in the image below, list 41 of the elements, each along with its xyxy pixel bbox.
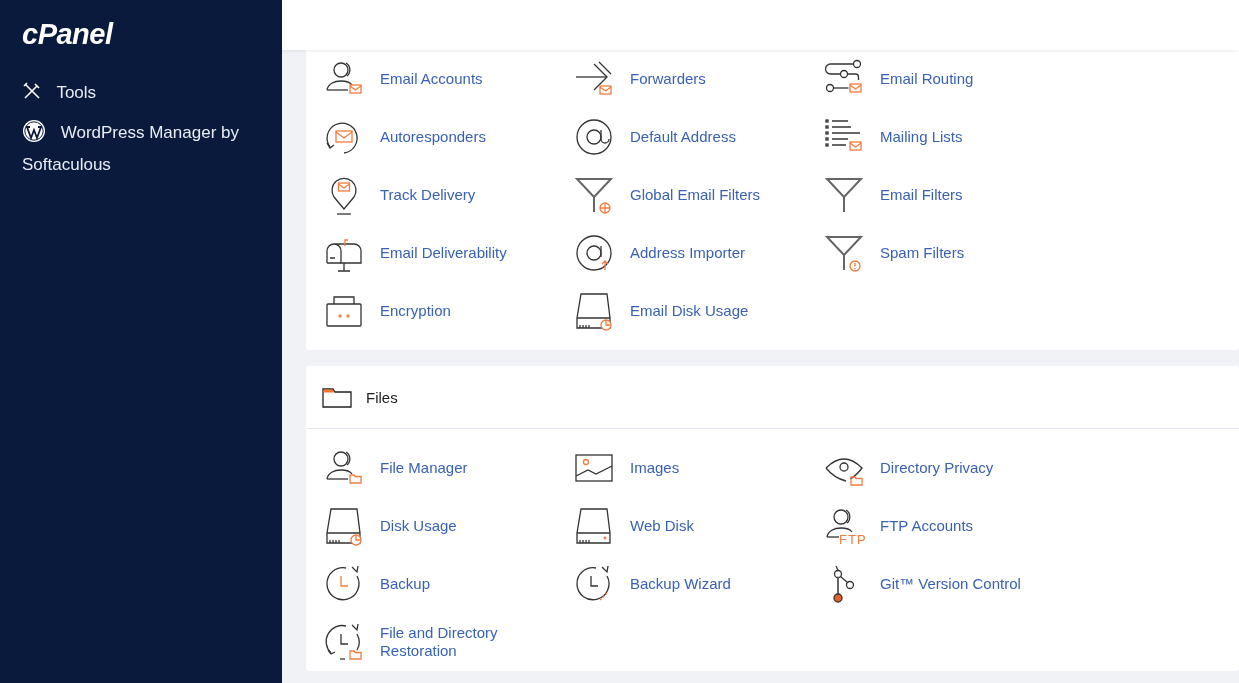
tool-link[interactable]: FTP FTP Accounts <box>824 497 1074 555</box>
cpanel-logo: cPanel <box>22 18 115 51</box>
sidebar-item[interactable]: WordPress Manager by Softaculous <box>22 117 247 181</box>
tool-link[interactable]: Default Address <box>574 108 824 166</box>
tool-link[interactable]: Autoresponders <box>324 108 574 166</box>
tool-link[interactable]: Global Email Filters <box>574 166 824 224</box>
filter-icon <box>824 175 864 215</box>
filter-alert-icon <box>824 233 864 273</box>
tool-link[interactable]: Web Disk <box>574 497 824 555</box>
tools-icon <box>22 81 42 101</box>
tool-link[interactable]: Email Filters <box>824 166 1074 224</box>
tool-link[interactable]: Spam Filters <box>824 224 1074 282</box>
disk-chart-icon <box>574 291 614 331</box>
tool-link[interactable]: Disk Usage <box>324 497 574 555</box>
tool-link[interactable]: File Manager <box>324 439 574 497</box>
tool-link[interactable]: Backup Wizard <box>574 555 824 613</box>
tool-link[interactable]: Git™ Version Control <box>824 555 1074 613</box>
at-sign-upload-icon <box>574 233 614 273</box>
clock-restore-icon <box>324 622 364 662</box>
wordpress-logo-icon <box>22 119 46 143</box>
disk-drive-icon <box>574 506 614 546</box>
folder-icon <box>322 386 352 408</box>
tool-link[interactable]: Email Accounts <box>324 50 574 108</box>
tool-link[interactable]: Encryption <box>324 282 574 340</box>
tool-link[interactable]: Track Delivery <box>324 166 574 224</box>
icon-label: FTP <box>839 533 867 546</box>
tool-link[interactable]: Address Importer <box>574 224 824 282</box>
disk-chart-icon <box>324 506 364 546</box>
tool-link[interactable]: Images <box>574 439 824 497</box>
at-sign-icon <box>574 117 614 157</box>
tool-link[interactable]: Forwarders <box>574 50 824 108</box>
sidebar-item[interactable]: Tools <box>22 77 247 109</box>
section-title: Files <box>366 388 398 406</box>
tool-link[interactable]: Directory Privacy <box>824 439 1074 497</box>
tool-link[interactable]: Backup <box>324 555 574 613</box>
tool-link[interactable]: Email Routing <box>824 50 1074 108</box>
tool-link[interactable]: Email Disk Usage <box>574 282 824 340</box>
tool-link[interactable]: File and Directory Restoration <box>324 613 574 671</box>
tool-link[interactable]: Email Deliverability <box>324 224 574 282</box>
filter-globe-icon <box>574 175 614 215</box>
tool-link[interactable]: Mailing Lists <box>824 108 1074 166</box>
